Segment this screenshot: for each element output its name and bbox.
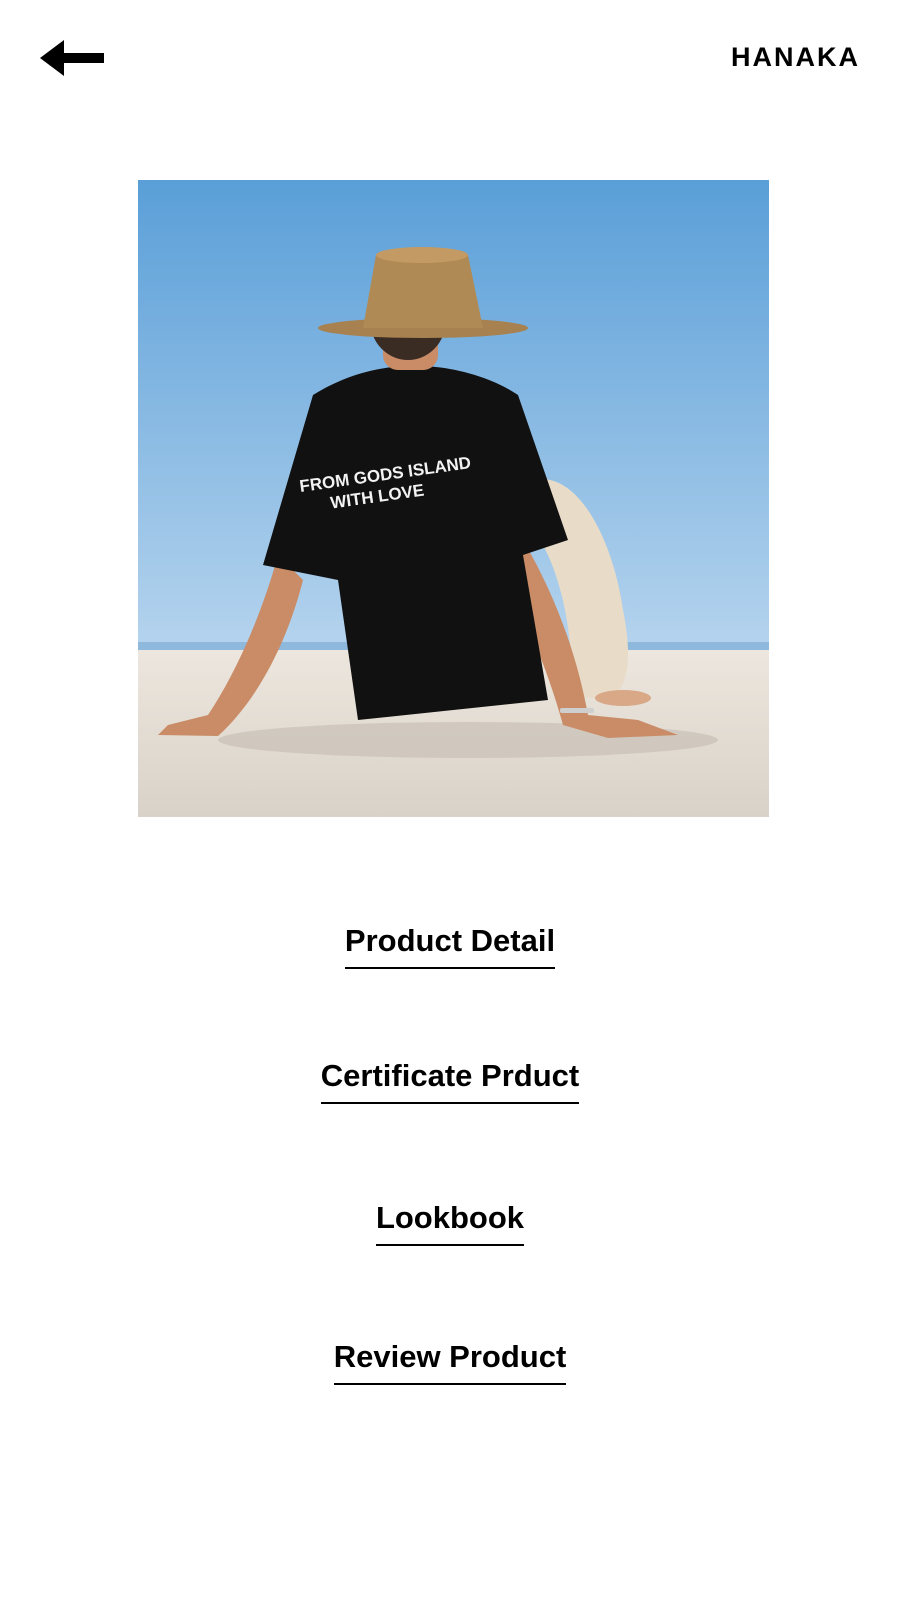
product-detail-link[interactable]: Product Detail [344,921,556,969]
menu-item-lookbook: Lookbook [0,1198,900,1246]
lookbook-link[interactable]: Lookbook [375,1198,525,1246]
back-button[interactable] [40,38,106,78]
app-header: HANAKA [0,0,900,120]
menu-item-certificate-product: Certificate Prduct [0,1056,900,1104]
menu-item-product-detail: Product Detail [0,921,900,969]
menu-item-review-product: Review Product [0,1337,900,1385]
product-hero-image: FROM GODS ISLAND WITH LOVE [138,180,769,817]
certificate-product-link[interactable]: Certificate Prduct [320,1056,580,1104]
review-product-link[interactable]: Review Product [333,1337,567,1385]
arrow-left-icon [40,40,104,76]
brand-title: HANAKA [731,42,860,72]
